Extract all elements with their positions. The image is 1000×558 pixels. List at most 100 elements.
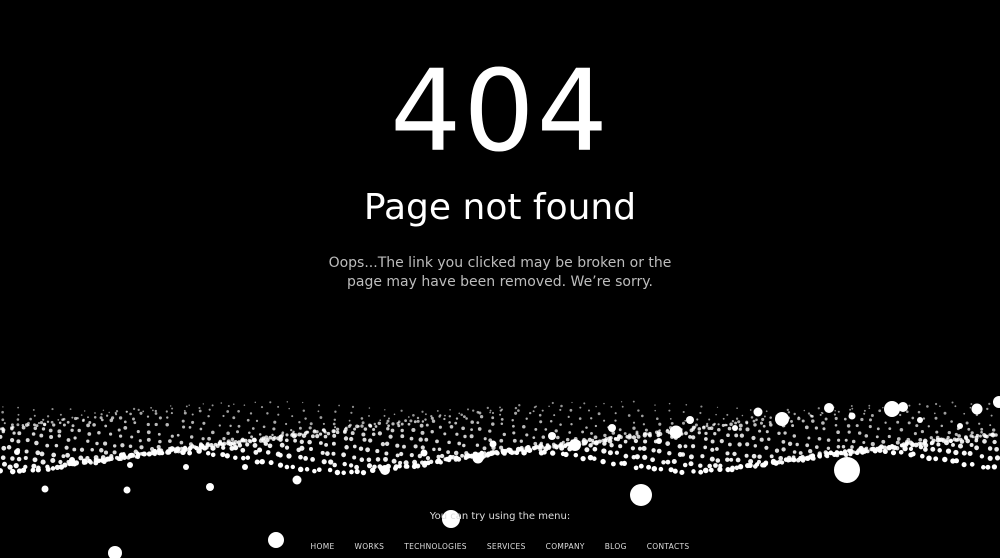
- particle-dot: [628, 433, 632, 437]
- particle-dot: [384, 441, 390, 446]
- particle-dot: [23, 464, 28, 470]
- particle-dot: [603, 402, 605, 405]
- particle-dot: [581, 430, 585, 434]
- particle-dot: [288, 407, 290, 410]
- particle-dot: [783, 457, 789, 462]
- particle-dot: [592, 456, 597, 461]
- particle-dot: [699, 411, 702, 415]
- particle-dot: [594, 424, 598, 428]
- particle-dot: [352, 444, 357, 449]
- particle-dot: [817, 452, 822, 457]
- particle-dot: [237, 443, 243, 448]
- particle-dot: [430, 430, 434, 434]
- particle-dot: [633, 465, 639, 471]
- menu-link-home[interactable]: HOME: [311, 542, 335, 551]
- particle-dot: [643, 431, 647, 435]
- particle-dot: [591, 440, 596, 445]
- particle-dot: [881, 439, 886, 444]
- particle-dot: [902, 445, 908, 452]
- particle-dot: [246, 418, 250, 422]
- particle-dot: [915, 424, 919, 428]
- particle-dot: [563, 451, 569, 458]
- menu-link-company[interactable]: COMPANY: [546, 542, 585, 551]
- particle-dot: [833, 413, 836, 416]
- particle-dot: [213, 442, 218, 447]
- particle-dot: [318, 404, 321, 407]
- particle-dot: [400, 409, 403, 412]
- menu-link-services[interactable]: SERVICES: [487, 542, 526, 551]
- particle-dot: [165, 410, 168, 413]
- particle-dot: [650, 457, 655, 463]
- particle-dot: [264, 435, 269, 440]
- particle-dot: [698, 463, 703, 468]
- particle-dot: [40, 459, 46, 465]
- particle-dot: [237, 424, 241, 428]
- particle-dot: [682, 462, 688, 468]
- particle-dot: [16, 423, 20, 427]
- particle-dot: [211, 404, 214, 407]
- particle-dot: [2, 406, 4, 408]
- particle-dot: [945, 448, 952, 454]
- particle-dot: [937, 437, 943, 443]
- menu-link-contacts[interactable]: CONTACTS: [647, 542, 690, 551]
- particle-dot: [488, 438, 493, 443]
- particle-dot: [93, 455, 99, 460]
- particle-dot: [786, 408, 789, 412]
- menu-link-blog[interactable]: BLOG: [605, 542, 627, 551]
- particle-dot: [700, 405, 703, 408]
- particle-dot: [291, 433, 297, 439]
- particle-dot-large: [14, 449, 20, 455]
- menu-link-works[interactable]: WORKS: [355, 542, 385, 551]
- particle-dot: [259, 458, 265, 465]
- particle-dot: [901, 442, 907, 447]
- particle-dot: [361, 432, 366, 437]
- particle-dot: [61, 418, 64, 422]
- particle-dot: [560, 451, 566, 457]
- particle-dot: [342, 461, 347, 467]
- particle-dot: [682, 410, 685, 414]
- particle-dot: [483, 437, 487, 441]
- particle-dot: [191, 420, 195, 424]
- particle-dot: [187, 450, 193, 456]
- particle-dot: [359, 457, 365, 462]
- particle-dot: [770, 459, 776, 465]
- particle-dot: [355, 424, 359, 429]
- particle-dot: [220, 442, 225, 447]
- particle-dot: [522, 424, 526, 429]
- particle-dot: [737, 442, 742, 447]
- particle-dot: [334, 469, 341, 476]
- particle-dot: [446, 450, 450, 454]
- particle-dot: [142, 451, 147, 457]
- particle-dot: [545, 443, 550, 448]
- particle-dot: [308, 426, 312, 430]
- particle-dot: [489, 451, 495, 456]
- menu-link-technologies[interactable]: TECHNOLOGIES: [404, 542, 467, 551]
- particle-dot: [668, 409, 671, 412]
- particle-dot: [517, 409, 520, 412]
- particle-dot: [837, 438, 841, 442]
- particle-dot: [411, 427, 416, 433]
- particle-dot: [284, 445, 290, 450]
- particle-dot: [499, 406, 501, 409]
- particle-dot: [763, 461, 769, 467]
- particle-dot: [792, 434, 797, 438]
- particle-dot: [73, 436, 77, 440]
- particle-dot: [100, 455, 106, 460]
- particle-dot: [338, 404, 340, 407]
- particle-dot: [936, 442, 941, 447]
- particle-dot: [580, 455, 586, 462]
- particle-dot: [728, 442, 732, 447]
- particle-dot-large: [183, 464, 189, 470]
- particle-dot: [478, 411, 482, 415]
- particle-dot: [680, 432, 684, 436]
- particle-dot: [166, 449, 170, 453]
- particle-dot: [150, 406, 153, 409]
- particle-dot: [969, 406, 972, 409]
- particle-dot: [694, 423, 698, 427]
- particle-dot: [385, 422, 388, 425]
- particle-dot: [470, 420, 474, 424]
- particle-dot: [691, 444, 696, 449]
- particle-dot: [929, 436, 933, 440]
- particle-dot: [582, 437, 586, 442]
- particle-dot: [166, 449, 172, 455]
